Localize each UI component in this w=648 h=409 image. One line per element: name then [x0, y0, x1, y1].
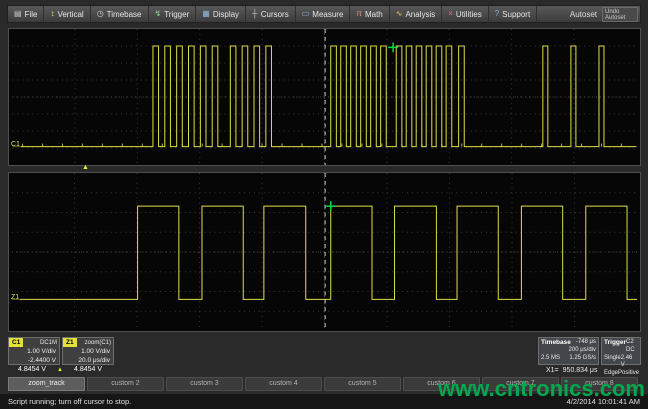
timebase-samples: 2.5 MS	[541, 355, 560, 363]
menu-item-file[interactable]: ▤File	[8, 6, 44, 22]
z1-source: zoom(C1)	[77, 340, 113, 346]
support-icon: ?	[495, 10, 499, 18]
menu-item-analysis[interactable]: ∿Analysis	[390, 6, 443, 22]
cursors-icon: ┼	[252, 10, 258, 18]
tab-custom-3[interactable]: custom 3	[166, 377, 243, 391]
menu-item-label: Support	[502, 10, 530, 19]
z1-tdiv: 20.0 μs/div	[63, 356, 113, 365]
menu-item-support[interactable]: ?Support	[489, 6, 537, 22]
c1-offset: -2.4400 V	[9, 356, 59, 365]
menu-item-display[interactable]: ▦Display	[196, 6, 246, 22]
cursor-x1-label: X1=	[546, 367, 559, 374]
menu-item-label: Cursors	[261, 10, 289, 19]
c1-waveform-svg	[9, 29, 640, 165]
display-icon: ▦	[202, 10, 210, 18]
cursor-x1-value: 950.834 μs	[563, 367, 598, 374]
timebase-rate: 1.25 GS/s	[569, 355, 596, 363]
timebase-title: Timebase	[541, 339, 571, 347]
c1-descriptor-header: C1 DC1M	[9, 338, 59, 347]
menu-item-label: Display	[213, 10, 239, 19]
menu-item-trigger[interactable]: ↯Trigger	[149, 6, 197, 22]
menu-items: ▤File↕Vertical◷Timebase↯Trigger▦Display┼…	[8, 6, 537, 22]
autoset-button[interactable]: Autoset	[570, 10, 597, 19]
menu-bar: ▤File↕Vertical◷Timebase↯Trigger▦Display┼…	[7, 5, 641, 23]
menu-item-label: Math	[365, 10, 383, 19]
timebase-scale: 200 μs/div	[569, 347, 596, 355]
menu-item-label: Utilities	[456, 10, 482, 19]
tab-custom-4[interactable]: custom 4	[245, 377, 322, 391]
timebase-offset: -748 μs	[576, 339, 596, 347]
status-message: Script running; turn off cursor to stop.	[8, 397, 131, 406]
z1-channel-chip: Z1	[63, 338, 77, 347]
trigger-title: Trigger	[604, 339, 626, 355]
c1-coupling: DC1M	[23, 340, 59, 346]
tab-custom-5[interactable]: custom 5	[324, 377, 401, 391]
z1-waveform-panel[interactable]: Z1	[8, 172, 641, 332]
menu-item-measure[interactable]: ▭Measure	[296, 6, 351, 22]
undo-autoset-button[interactable]: Undo Autoset	[602, 7, 638, 22]
tab-custom-2[interactable]: custom 2	[87, 377, 164, 391]
z1-waveform-svg	[9, 173, 640, 331]
timebase-icon: ◷	[97, 10, 104, 18]
utilities-icon: ×	[448, 10, 453, 18]
z1-descriptor-header: Z1 zoom(C1)	[63, 338, 113, 347]
z1-vdiv: 1.00 V/div	[63, 347, 113, 356]
menu-item-cursors[interactable]: ┼Cursors	[246, 6, 296, 22]
c1-waveform-panel[interactable]: C1	[8, 28, 641, 166]
c1-trace-label: C1	[10, 141, 21, 148]
trigger-level: 2.46 V	[621, 355, 638, 371]
menu-item-label: Trigger	[164, 10, 189, 19]
menu-item-label: Vertical	[57, 10, 83, 19]
c1-level-value: 4.8454 V	[8, 366, 56, 373]
measure-icon: ▭	[302, 10, 310, 18]
trigger-mode: Single	[604, 355, 621, 371]
c1-vdiv: 1.00 V/div	[9, 347, 59, 356]
math-icon: π	[356, 10, 362, 18]
tab-zoom-track[interactable]: zoom_track	[8, 377, 85, 391]
vertical-icon: ↕	[50, 10, 54, 18]
cursor-readout: X1= 950.834 μs	[546, 367, 601, 374]
menu-item-label: Timebase	[107, 10, 142, 19]
trigger-box[interactable]: Trigger C2 DC Single 2.46 V Edge Positiv…	[601, 337, 641, 365]
trigger-icon: ↯	[155, 10, 162, 18]
menu-item-math[interactable]: πMath	[350, 6, 389, 22]
menu-item-vertical[interactable]: ↕Vertical	[44, 6, 90, 22]
menu-item-utilities[interactable]: ×Utilities	[442, 6, 488, 22]
z1-level-value: 4.8454 V	[64, 366, 112, 373]
timebase-box[interactable]: Timebase -748 μs 200 μs/div 2.5 MS 1.25 …	[538, 337, 599, 365]
watermark: www.cntronics.com	[438, 376, 645, 402]
analysis-icon: ∿	[396, 10, 403, 18]
file-icon: ▤	[14, 10, 22, 18]
menu-right: Autoset Undo Autoset	[570, 7, 640, 22]
menu-item-label: File	[25, 10, 38, 19]
z1-descriptor-box[interactable]: Z1 zoom(C1) 1.00 V/div 20.0 μs/div	[62, 337, 114, 365]
trigger-source: C2 DC	[626, 339, 638, 355]
c1-channel-chip: C1	[9, 338, 23, 347]
z1-trace-label: Z1	[10, 294, 20, 301]
menu-item-timebase[interactable]: ◷Timebase	[91, 6, 149, 22]
z1-tracking-cross-icon	[326, 201, 336, 211]
value-marker-icon: ▲	[57, 367, 63, 374]
menu-item-label: Analysis	[405, 10, 435, 19]
c1-descriptor-box[interactable]: C1 DC1M 1.00 V/div -2.4400 V	[8, 337, 60, 365]
menu-item-label: Measure	[312, 10, 343, 19]
zoom-position-marker-icon[interactable]: ▲	[82, 164, 89, 171]
